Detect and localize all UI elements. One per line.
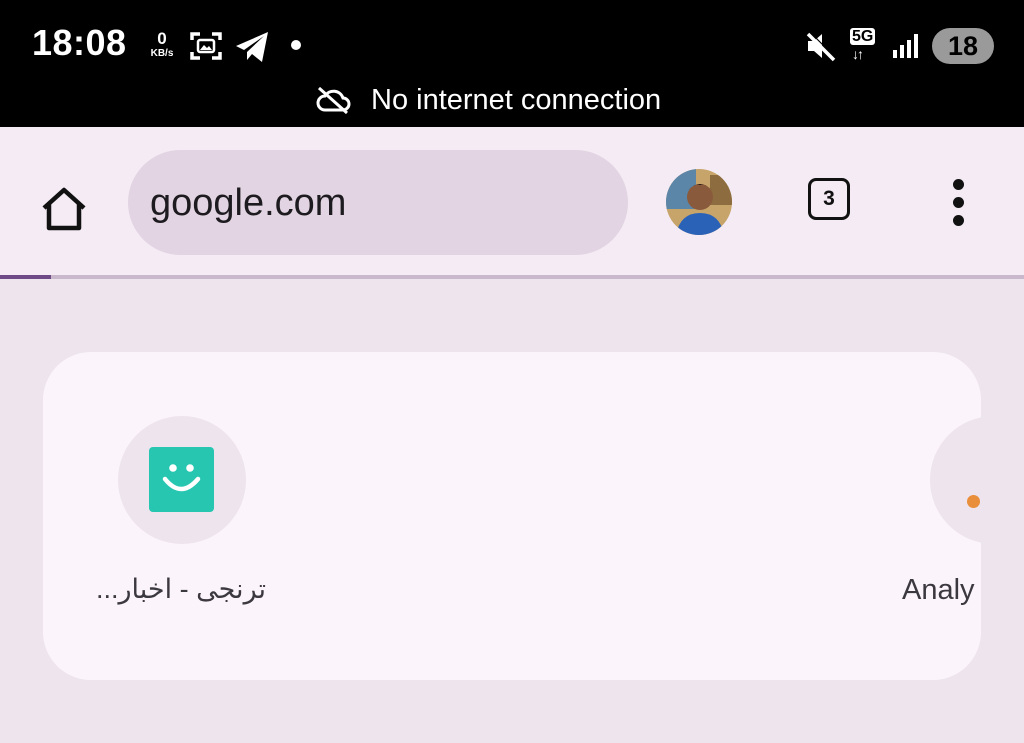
avatar-image	[666, 169, 732, 235]
cloud-off-icon	[316, 86, 351, 114]
no-internet-message: No internet connection	[371, 83, 662, 116]
telegram-icon	[236, 32, 268, 62]
shortcut-tile[interactable]	[118, 416, 246, 544]
overflow-menu-button[interactable]	[946, 179, 972, 227]
status-bar: 18:08 0 KB/s 5G ↓↑ 18 No internet connec…	[0, 0, 1024, 127]
address-bar[interactable]: google.com	[128, 150, 628, 255]
browser-toolbar: google.com 3	[0, 127, 1024, 275]
shortcut-label[interactable]: Analy	[902, 574, 975, 607]
data-activity-icon: ↓↑	[852, 46, 864, 62]
network-speed-unit: KB/s	[150, 48, 174, 59]
shortcut-label[interactable]: ترنجی - اخبار...	[86, 574, 276, 605]
mute-icon	[806, 31, 837, 62]
tab-switcher-button[interactable]: 3	[808, 178, 850, 220]
menu-dot-icon	[953, 179, 964, 190]
shortcut-tile[interactable]	[930, 416, 981, 544]
url-text[interactable]: google.com	[150, 182, 346, 225]
profile-avatar[interactable]	[666, 169, 732, 235]
menu-dot-icon	[953, 215, 964, 226]
page-load-progress	[0, 275, 1024, 279]
home-icon	[42, 187, 86, 231]
progress-fill	[0, 275, 52, 279]
notification-dot-icon	[291, 40, 301, 50]
smiley-logo-icon	[149, 447, 214, 512]
battery-indicator: 18	[932, 28, 994, 64]
clock: 18:08	[32, 22, 127, 63]
shortcuts-card: ترنجی - اخبار... Analy	[43, 352, 981, 680]
network-speed-value: 0	[157, 29, 167, 48]
network-speed: 0 KB/s	[146, 30, 178, 59]
analytics-logo-icon	[967, 495, 980, 508]
network-type-badge: 5G	[850, 28, 876, 45]
menu-dot-icon	[953, 197, 964, 208]
connection-status: No internet connection	[315, 82, 661, 118]
home-button[interactable]	[32, 181, 96, 237]
screenshot-icon	[190, 32, 222, 60]
signal-icon	[893, 34, 918, 58]
